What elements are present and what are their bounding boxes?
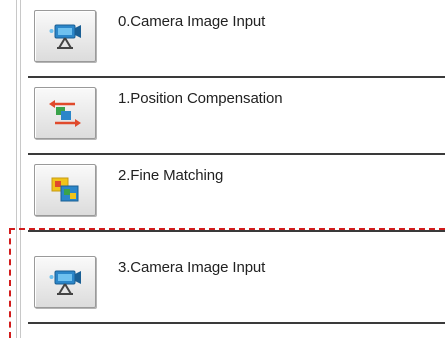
- flow-step-3[interactable]: 3.Camera Image Input: [28, 246, 445, 324]
- highlight-frame-left: [9, 228, 11, 338]
- step-2-label: 2.Fine Matching: [118, 167, 224, 184]
- step-2-icon-button[interactable]: [34, 164, 96, 216]
- flow-step-0[interactable]: 0.Camera Image Input: [28, 0, 445, 78]
- fine-matching-icon: [51, 177, 79, 202]
- step-0-label: 0.Camera Image Input: [118, 13, 266, 30]
- row-divider: [28, 322, 445, 324]
- position-compensation-icon: [49, 100, 81, 127]
- flow-list-border-inner: [20, 0, 21, 338]
- step-0-icon-button[interactable]: [34, 10, 96, 62]
- flow-step-2[interactable]: 2.Fine Matching: [28, 154, 445, 232]
- camera-icon: [49, 24, 81, 49]
- highlight-frame-top: [9, 228, 445, 230]
- step-1-icon-button[interactable]: [34, 87, 96, 139]
- step-1-label: 1.Position Compensation: [118, 90, 283, 107]
- step-3-label: 3.Camera Image Input: [118, 259, 266, 276]
- step-3-icon-button[interactable]: [34, 256, 96, 308]
- flow-step-1[interactable]: 1.Position Compensation: [28, 77, 445, 155]
- row-divider: [28, 230, 445, 232]
- flow-list-border: [16, 0, 17, 338]
- camera-icon: [49, 270, 81, 295]
